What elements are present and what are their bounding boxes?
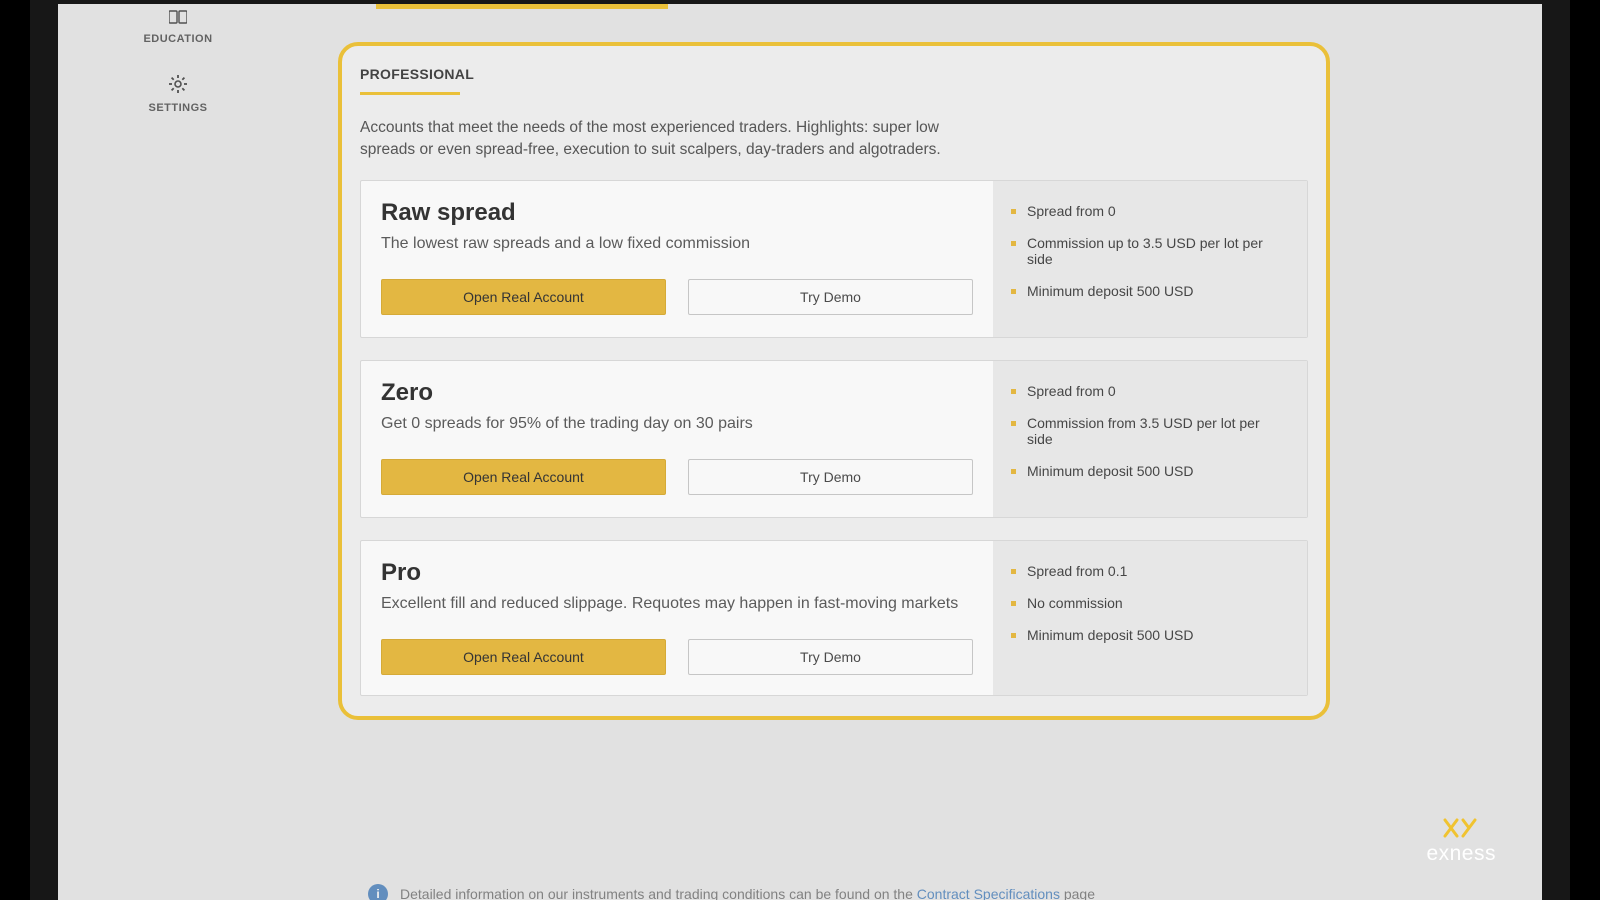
try-demo-button[interactable]: Try Demo xyxy=(688,459,973,495)
open-real-account-button[interactable]: Open Real Account xyxy=(381,639,666,675)
feature-item: Commission up to 3.5 USD per lot per sid… xyxy=(1011,235,1289,267)
sidebar: EDUCATION SETTINGS xyxy=(58,4,298,900)
sidebar-item-label: SETTINGS xyxy=(148,102,207,114)
try-demo-button[interactable]: Try Demo xyxy=(688,639,973,675)
contract-specifications-link[interactable]: Contract Specifications xyxy=(917,886,1060,900)
brand-name: exness xyxy=(1426,842,1496,866)
card-actions: Open Real Account Try Demo xyxy=(381,459,973,495)
card-pro: Pro Excellent fill and reduced slippage.… xyxy=(360,540,1308,696)
feature-item: No commission xyxy=(1011,595,1289,611)
modal-header: PROFESSIONAL xyxy=(342,66,1326,103)
footer-prefix: Detailed information on our instruments … xyxy=(400,886,917,900)
card-zero: Zero Get 0 spreads for 95% of the tradin… xyxy=(360,360,1308,518)
card-subtitle: Get 0 spreads for 95% of the trading day… xyxy=(381,415,973,433)
card-title: Pro xyxy=(381,559,973,587)
book-icon xyxy=(58,10,298,29)
feature-item: Spread from 0 xyxy=(1011,203,1289,219)
cards-container: Raw spread The lowest raw spreads and a … xyxy=(342,180,1326,696)
footer-note: i Detailed information on our instrument… xyxy=(368,884,1095,900)
card-features: Spread from 0 Commission from 3.5 USD pe… xyxy=(993,361,1307,517)
card-body: Zero Get 0 spreads for 95% of the tradin… xyxy=(361,361,993,517)
feature-item: Commission from 3.5 USD per lot per side xyxy=(1011,415,1289,447)
card-body: Pro Excellent fill and reduced slippage.… xyxy=(361,541,993,695)
card-raw-spread: Raw spread The lowest raw spreads and a … xyxy=(360,180,1308,338)
modal-description: Accounts that meet the needs of the most… xyxy=(342,103,1022,180)
device-frame: EDUCATION SETTINGS PROFESSIONAL Accounts… xyxy=(30,0,1570,900)
card-body: Raw spread The lowest raw spreads and a … xyxy=(361,181,993,337)
footer-suffix: page xyxy=(1064,886,1095,900)
feature-item: Spread from 0 xyxy=(1011,383,1289,399)
try-demo-button[interactable]: Try Demo xyxy=(688,279,973,315)
feature-item: Minimum deposit 500 USD xyxy=(1011,463,1289,479)
sidebar-item-education[interactable]: EDUCATION xyxy=(58,6,298,59)
account-types-modal: PROFESSIONAL Accounts that meet the need… xyxy=(338,42,1330,720)
open-real-account-button[interactable]: Open Real Account xyxy=(381,279,666,315)
footer-text: Detailed information on our instruments … xyxy=(400,886,1095,900)
card-actions: Open Real Account Try Demo xyxy=(381,279,973,315)
feature-item: Spread from 0.1 xyxy=(1011,563,1289,579)
tab-professional[interactable]: PROFESSIONAL xyxy=(360,66,460,95)
exness-icon xyxy=(1441,816,1481,840)
app-screen: EDUCATION SETTINGS PROFESSIONAL Accounts… xyxy=(58,4,1542,900)
sidebar-item-label: EDUCATION xyxy=(143,33,212,45)
card-title: Zero xyxy=(381,379,973,407)
open-real-account-button[interactable]: Open Real Account xyxy=(381,459,666,495)
background-button-fragment xyxy=(376,1,668,9)
sidebar-item-settings[interactable]: SETTINGS xyxy=(58,59,298,128)
card-subtitle: Excellent fill and reduced slippage. Req… xyxy=(381,595,973,613)
card-features: Spread from 0.1 No commission Minimum de… xyxy=(993,541,1307,695)
card-title: Raw spread xyxy=(381,199,973,227)
gear-icon xyxy=(58,75,298,98)
feature-item: Minimum deposit 500 USD xyxy=(1011,627,1289,643)
feature-item: Minimum deposit 500 USD xyxy=(1011,283,1289,299)
brand-logo: exness xyxy=(1426,816,1496,866)
card-actions: Open Real Account Try Demo xyxy=(381,639,973,675)
card-features: Spread from 0 Commission up to 3.5 USD p… xyxy=(993,181,1307,337)
info-icon: i xyxy=(368,884,388,900)
card-subtitle: The lowest raw spreads and a low fixed c… xyxy=(381,235,973,253)
